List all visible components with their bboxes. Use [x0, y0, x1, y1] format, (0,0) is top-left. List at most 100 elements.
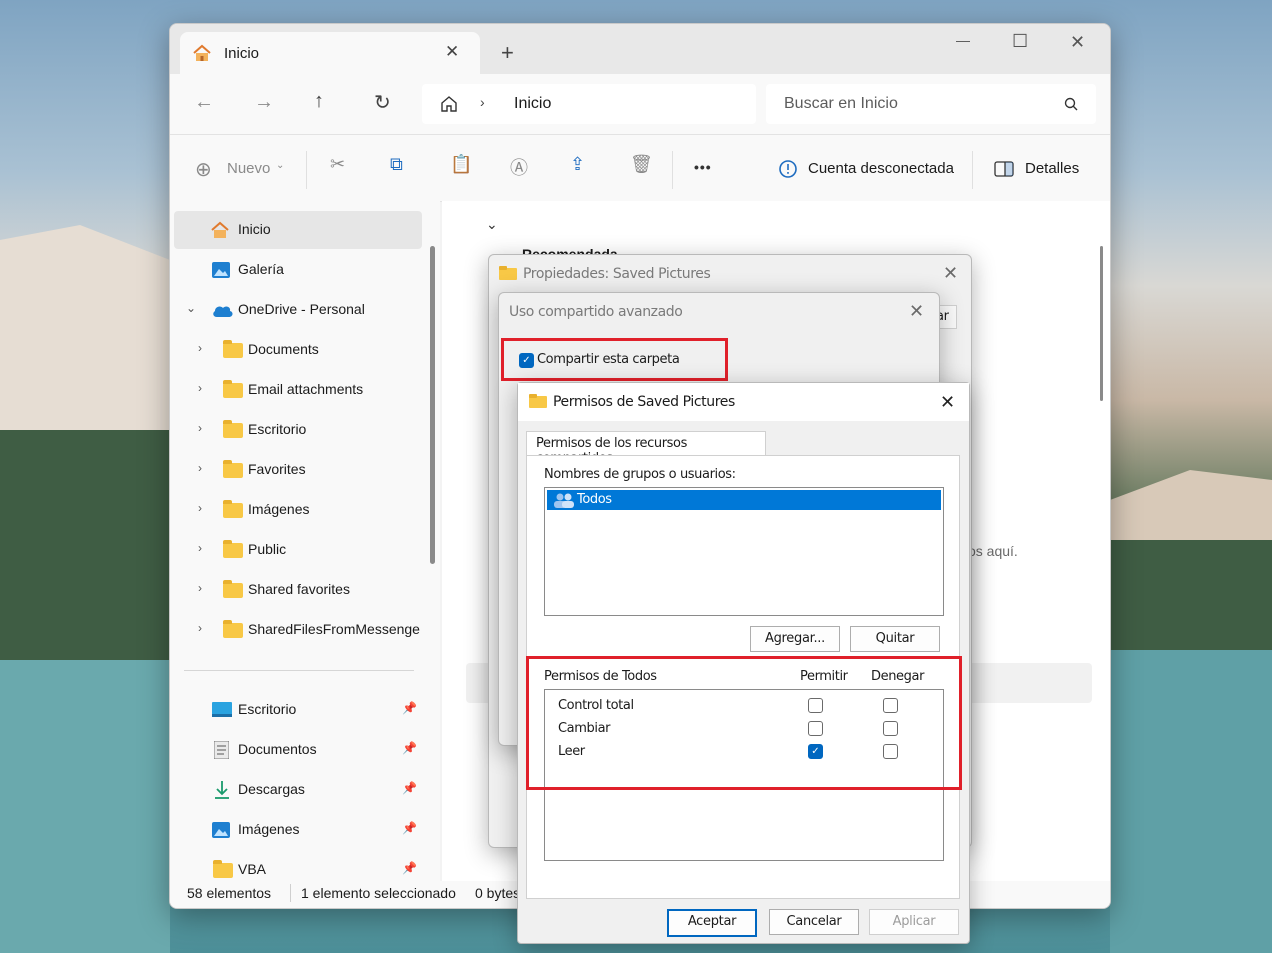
search-placeholder: Buscar en Inicio [784, 95, 898, 112]
search-box[interactable]: Buscar en Inicio [766, 84, 1096, 124]
add-button[interactable]: Agregar... [750, 626, 840, 652]
pin-icon: 📌 [402, 781, 417, 795]
sidebar-divider [184, 670, 414, 671]
sidebar-pinned-escritorio[interactable]: Escritorio 📌 [170, 691, 422, 729]
close-icon[interactable]: ✕ [940, 392, 955, 413]
selection-size: 0 bytes [475, 885, 521, 901]
home-icon [193, 44, 211, 61]
highlight-share-checkbox [501, 338, 728, 381]
sidebar-item-label: Escritorio [248, 421, 307, 437]
sidebar-item-label: Inicio [238, 221, 271, 237]
sidebar-item-onedrive[interactable]: ⌄ OneDrive - Personal [170, 291, 422, 329]
list-item-selected[interactable]: Todos [547, 490, 941, 510]
sidebar-item-public[interactable]: › Public [170, 531, 422, 569]
pin-icon: 📌 [402, 741, 417, 755]
new-button-label[interactable]: Nuevo [227, 160, 270, 177]
folder-icon [499, 266, 517, 280]
download-icon [215, 781, 229, 799]
documents-icon [214, 741, 229, 759]
onedrive-cloud-icon [213, 306, 233, 317]
expand-chevron-icon[interactable]: › [198, 381, 202, 395]
toolbar-separator [972, 151, 973, 189]
tab-title: Inicio [224, 45, 260, 62]
copy-icon[interactable]: ⧉ [390, 154, 403, 175]
user-name: Todos [577, 492, 612, 507]
sidebar-item-inicio[interactable]: Inicio [174, 211, 422, 249]
maximize-button[interactable]: ☐ [1012, 31, 1028, 52]
expand-chevron-icon[interactable]: › [198, 621, 202, 635]
breadcrumb-current[interactable]: Inicio [514, 95, 551, 113]
close-tab-icon[interactable]: ✕ [445, 42, 459, 62]
sidebar-item-documents[interactable]: › Documents [170, 331, 422, 369]
expand-chevron-icon[interactable]: ⌄ [186, 301, 196, 315]
new-dropdown-chevron-icon[interactable]: ⌄ [276, 160, 284, 171]
sidebar-pinned-imagenes[interactable]: Imágenes 📌 [170, 811, 422, 849]
account-status-button[interactable]: Cuenta desconectada [808, 160, 954, 177]
sidebar-item-label: Documents [248, 341, 319, 357]
sidebar-item-label: Shared favorites [248, 581, 350, 597]
sidebar-item-sharedfilesfrommessenger[interactable]: › SharedFilesFromMessenge [170, 611, 422, 649]
ok-button[interactable]: Aceptar [667, 909, 757, 937]
users-group-icon [554, 493, 574, 508]
sidebar-item-escritorio[interactable]: › Escritorio [170, 411, 422, 449]
sidebar-item-imagenes[interactable]: › Imágenes [170, 491, 422, 529]
address-bar[interactable]: › Inicio [422, 84, 756, 124]
sidebar-item-galeria[interactable]: Galería [170, 251, 422, 289]
share-icon[interactable]: ⇪ [570, 154, 585, 175]
permissions-title: Permisos de Saved Pictures [553, 394, 735, 410]
sidebar-item-label: Imágenes [248, 501, 310, 517]
tab-share-permissions[interactable]: Permisos de los recursos compartidos [526, 431, 766, 466]
refresh-icon[interactable]: ↻ [374, 90, 391, 115]
content-scrollbar[interactable] [1100, 246, 1103, 401]
tab-bar: Inicio ✕ + — ☐ ✕ [170, 24, 1110, 74]
sidebar-item-email-attachments[interactable]: › Email attachments [170, 371, 422, 409]
close-icon[interactable]: ✕ [943, 263, 958, 284]
sidebar-item-label: Public [248, 541, 287, 557]
expand-chevron-icon[interactable]: › [198, 581, 202, 595]
status-separator [290, 884, 291, 902]
new-tab-button[interactable]: + [501, 40, 514, 66]
sidebar-item-favorites[interactable]: › Favorites [170, 451, 422, 489]
expand-chevron-icon[interactable]: › [198, 541, 202, 555]
more-options-button[interactable]: ••• [694, 159, 712, 175]
sidebar-item-label: Favorites [248, 461, 306, 477]
expand-chevron-icon[interactable]: › [198, 461, 202, 475]
minimize-button[interactable]: — [956, 32, 970, 48]
pin-icon: 📌 [402, 821, 417, 835]
rename-icon[interactable]: Ⓐ [510, 154, 528, 180]
toolbar-separator [672, 151, 673, 189]
apply-button[interactable]: Aplicar [869, 909, 959, 935]
desktop-icon [212, 702, 232, 717]
close-icon[interactable]: ✕ [909, 301, 924, 322]
forward-arrow-icon[interactable]: → [254, 91, 274, 114]
properties-title: Propiedades: Saved Pictures [523, 266, 711, 282]
sidebar-item-shared-favorites[interactable]: › Shared favorites [170, 571, 422, 609]
sidebar-pinned-descargas[interactable]: Descargas 📌 [170, 771, 422, 809]
sidebar-pinned-documentos[interactable]: Documentos 📌 [170, 731, 422, 769]
remove-button[interactable]: Quitar [850, 626, 940, 652]
search-icon [1064, 97, 1078, 111]
cut-icon[interactable]: ✂ [330, 154, 345, 175]
gallery-icon [212, 262, 230, 278]
expand-chevron-icon[interactable]: › [198, 341, 202, 355]
home-outline-icon [441, 96, 457, 112]
delete-icon[interactable]: 🗑 [630, 154, 653, 175]
back-arrow-icon[interactable]: ← [194, 91, 214, 114]
expand-chevron-icon[interactable]: › [198, 421, 202, 435]
details-button[interactable]: Detalles [1025, 160, 1079, 177]
sidebar-item-label: Descargas [238, 781, 305, 797]
close-window-button[interactable]: ✕ [1070, 32, 1085, 53]
users-list[interactable]: Todos [544, 487, 944, 616]
sidebar-scrollbar[interactable] [430, 246, 435, 564]
expand-chevron-icon[interactable]: › [198, 501, 202, 515]
paste-icon[interactable]: 📋 [450, 154, 472, 175]
up-arrow-icon[interactable]: ↑ [314, 90, 324, 113]
section-collapse-chevron-icon[interactable]: ⌄ [486, 216, 498, 233]
cancel-button[interactable]: Cancelar [769, 909, 859, 935]
breadcrumb-chevron-icon: › [480, 94, 485, 110]
sidebar-item-label: Imágenes [238, 821, 300, 837]
folder-icon [223, 540, 243, 558]
sidebar-item-label: VBA [238, 861, 267, 877]
tab-inicio[interactable]: Inicio ✕ [180, 32, 480, 74]
new-plus-icon[interactable]: ⊕ [195, 157, 212, 182]
